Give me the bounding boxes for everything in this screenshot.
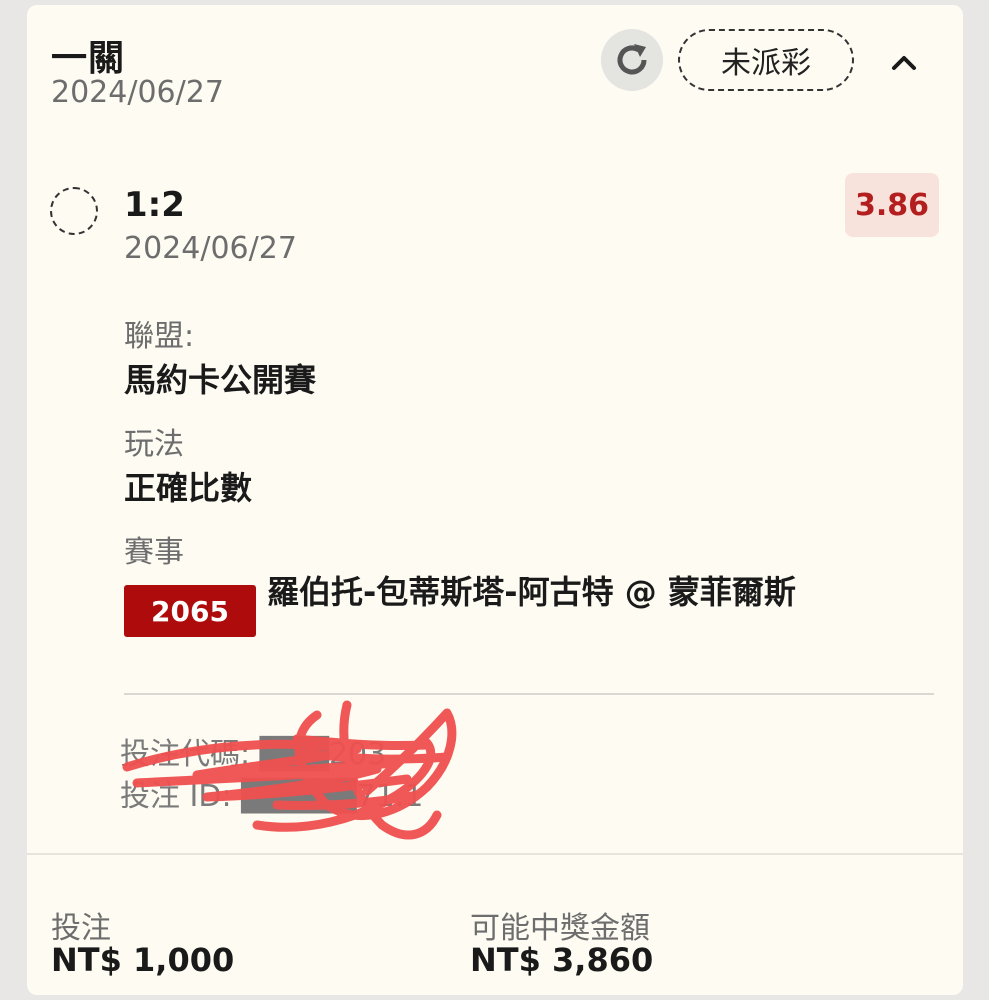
odds-badge: 3.86 — [845, 173, 939, 237]
refresh-button[interactable] — [601, 29, 663, 91]
refresh-icon — [617, 44, 647, 75]
chevron-up-icon — [892, 56, 916, 70]
bet-type-title: 一關 — [51, 38, 126, 79]
collapse-button[interactable] — [882, 41, 926, 85]
selection-date: 2024/06/27 — [124, 231, 297, 266]
bet-slip-card: 一關 2024/06/27 未派彩 1:2 2024/06/27 3.86 聯盟… — [27, 5, 963, 995]
event-label: 賽事 — [124, 535, 184, 570]
league-value: 馬約卡公開賽 — [124, 361, 317, 399]
status-badge: 未派彩 — [678, 29, 854, 91]
bet-date: 2024/06/27 — [51, 75, 224, 110]
league-label: 聯盟: — [124, 319, 195, 354]
market-label: 玩法 — [124, 427, 184, 462]
redaction-scribble — [122, 700, 457, 840]
footer-separator — [27, 853, 963, 855]
market-value: 正確比數 — [124, 469, 253, 507]
event-name: 羅伯托-包蒂斯塔-阿古特 @ 蒙菲爾斯 — [267, 573, 796, 611]
stake-value: NT$ 1,000 — [51, 941, 235, 979]
selection-score: 1:2 — [124, 185, 185, 225]
selection-radio-circle[interactable] — [50, 187, 98, 235]
event-id-tag: 2065 — [124, 585, 256, 637]
payout-value: NT$ 3,860 — [470, 941, 654, 979]
